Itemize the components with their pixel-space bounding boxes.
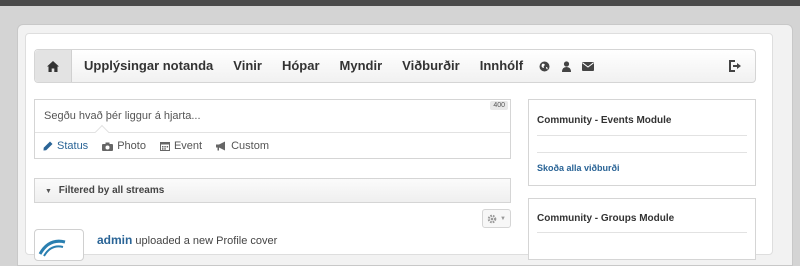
composer-tabs: Status Photo Event Custom [43,140,283,152]
events-module: Community - Events Module Skoða alla við… [528,99,756,186]
profile-navbar: Upplýsingar notanda Vinir Hópar Myndir V… [34,49,756,83]
user-icon [561,60,571,72]
top-bar [0,0,800,6]
tab-photo[interactable]: Photo [102,140,146,152]
groups-module: Community - Groups Module [528,198,756,260]
status-input[interactable]: Segðu hvað þér liggur á hjarta... 400 [35,100,510,133]
logout-icon [729,60,741,72]
nav-item-groups[interactable]: Hópar [272,50,330,82]
bullhorn-icon [216,141,226,151]
char-counter: 400 [490,101,508,110]
tab-event[interactable]: Event [159,140,203,152]
home-icon [47,60,59,72]
filter-label: Filtered by all streams [58,185,165,196]
nav-item-profile[interactable]: Upplýsingar notanda [72,50,223,82]
avatar[interactable] [34,229,84,261]
gear-icon [487,214,497,223]
tab-custom-label: Custom [231,140,269,152]
globe-icon [539,61,550,71]
chevron-down-icon: ▼ [500,215,506,222]
envelope-icon [582,61,595,71]
tab-status-label: Status [57,140,89,152]
status-composer: Segðu hvað þér liggur á hjarta... 400 St… [34,99,511,159]
nav-mail-button[interactable] [577,50,599,82]
tab-event-label: Event [173,140,203,152]
divider [537,152,747,153]
stream-filter[interactable]: ▼ Filtered by all streams [34,178,511,203]
stream-settings-button[interactable]: ▼ [482,209,511,228]
pencil-icon [43,141,53,151]
tab-status[interactable]: Status [43,140,88,152]
calendar-icon [159,142,170,151]
nav-globe-button[interactable] [533,50,555,82]
nav-home-button[interactable] [35,50,72,82]
groups-module-title: Community - Groups Module [537,213,675,224]
divider [537,232,747,233]
nav-item-events[interactable]: Viðburðir [392,50,470,82]
caret-down-icon: ▼ [45,188,52,195]
nav-item-inbox[interactable]: Innhólf [470,50,533,82]
divider [537,135,747,136]
activity-description: uploaded a new Profile cover [135,235,278,247]
camera-icon [102,142,114,151]
nav-user-button[interactable] [555,50,577,82]
view-all-events-link[interactable]: Skoða alla viðburði [537,163,620,173]
events-module-title: Community - Events Module [537,115,672,126]
status-placeholder: Segðu hvað þér liggur á hjarta... [44,110,201,122]
profile-cover-thumbnail [38,239,66,257]
logout-button[interactable] [715,50,755,82]
nav-item-friends[interactable]: Vinir [223,50,272,82]
tab-photo-label: Photo [117,140,146,152]
tab-custom[interactable]: Custom [216,140,269,152]
nav-item-photos[interactable]: Myndir [330,50,393,82]
